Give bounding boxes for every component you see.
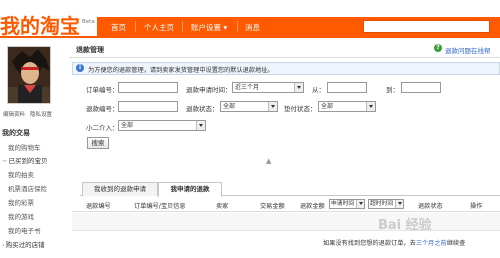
nav-divider [182, 21, 183, 32]
chevron-down-icon [356, 200, 364, 208]
order-no-label: 订单编号： [86, 86, 119, 94]
sidebar-item-bought[interactable]: −已买到的宝贝 [2, 155, 47, 165]
privacy-settings-link[interactable]: 隐私设置 [30, 110, 52, 118]
nav-messages[interactable]: 消息 [245, 22, 260, 33]
to-label: 到： [386, 86, 399, 94]
refund-status-label: 退款状态： [186, 105, 219, 113]
logo[interactable]: 我的淘宝 [0, 10, 80, 39]
sidebar-item-shops[interactable]: ›购买过的店铺 [2, 239, 45, 249]
search-button[interactable]: 搜索 [87, 137, 109, 149]
apply-time-sort-select[interactable]: 申请时间 [329, 199, 365, 209]
collapse-toggle-icon[interactable]: ▲ [266, 157, 271, 165]
help-link[interactable]: 退款问题在线帮 [445, 45, 491, 55]
apply-time-label: 退款申请时间： [186, 86, 232, 94]
header-search-input[interactable] [363, 20, 490, 33]
col-refund-no: 退款编号 [86, 203, 111, 210]
expand-icon: › [2, 241, 5, 249]
refund-status-select[interactable]: 全部 [220, 101, 278, 112]
dispute-status-select[interactable]: 全部 [318, 101, 376, 112]
apply-time-select[interactable]: 近三个月 [232, 82, 304, 93]
refund-status-value: 全部 [223, 103, 236, 110]
edit-profile-link[interactable]: 编辑资料 [3, 110, 25, 118]
nav-home[interactable]: 首页 [111, 22, 126, 33]
nav-divider [237, 21, 238, 32]
avatar-image [8, 47, 50, 103]
chevron-down-icon [294, 83, 303, 92]
sidebar-item-label: 我的电子书 [8, 227, 41, 235]
sidebar-item-games[interactable]: 我的游戏 [8, 211, 34, 221]
empty-message: 如果没有找到您想的退款订单，去三个月之前继续查 [323, 238, 465, 247]
col-order-item: 订单编号/宝贝信息 [134, 203, 186, 210]
sidebar-item-label: 我的游戏 [8, 213, 34, 221]
sidebar-item-ebooks[interactable]: 我的电子书 [8, 225, 41, 235]
to-date-input[interactable] [401, 82, 441, 93]
beta-badge: Beta [82, 19, 95, 25]
sidebar-item-label: 我的购物车 [8, 144, 41, 152]
dispute-status-value: 全部 [321, 103, 334, 110]
empty-message-prefix: 如果没有找到您想的退款订单，去 [323, 240, 416, 247]
header-underline [0, 36, 500, 38]
apply-time-value: 近三个月 [235, 84, 260, 91]
sidebar-item-lottery[interactable]: 我的彩票 [8, 197, 34, 207]
from-label: 从： [312, 86, 325, 94]
sidebar-item-label: 已买到的宝贝 [8, 157, 48, 165]
help-icon: ? [434, 44, 442, 52]
order-no-input[interactable] [118, 82, 178, 93]
watermark: Bai 经验 [378, 218, 432, 233]
sidebar-item-cart[interactable]: 我的购物车 [8, 142, 41, 152]
chevron-down-icon [196, 121, 205, 130]
refund-no-label: 退款编号： [86, 105, 119, 113]
collapse-icon: − [2, 157, 8, 165]
chevron-down-icon [366, 102, 375, 111]
col-refund-status: 退款状态 [418, 203, 443, 210]
notice-text: 为方便您的退款管理，请到卖家发货管理中设置您的默认退款地址。 [88, 67, 274, 74]
col-timeout: 超时时间 [370, 201, 394, 207]
sidebar-item-travel[interactable]: 机票酒店保险 [8, 183, 47, 193]
older-orders-link[interactable]: 三个月之前 [416, 240, 447, 247]
dispute-status-label: 垫付状态： [284, 105, 317, 113]
col-actions: 操作 [470, 203, 483, 210]
timeout-sort-select[interactable]: 超时时间 [368, 199, 404, 209]
xiaoer-label: 小二介入： [86, 124, 119, 132]
nav-personal-home[interactable]: 个人主页 [144, 22, 174, 33]
from-date-input[interactable] [327, 82, 367, 93]
tab-received-refunds[interactable]: 我收到的退款申请 [82, 182, 158, 196]
nav-account-settings[interactable]: 账户设置 ▾ [191, 22, 227, 33]
top-nav: 首页 个人主页 账户设置 ▾ 消息 [97, 17, 500, 36]
col-seller: 卖家 [216, 203, 229, 210]
sidebar-section-title: 我的交易 [2, 129, 30, 137]
col-refund-amount: 退款金额 [300, 203, 325, 210]
chevron-down-icon [395, 200, 403, 208]
refund-no-input[interactable] [118, 101, 178, 112]
info-icon: i [76, 64, 84, 72]
table-empty-row [72, 213, 500, 231]
page-title: 退款管理 [76, 46, 104, 54]
sidebar-item-label: 我的拍卖 [8, 171, 34, 179]
sidebar-item-auction[interactable]: 我的拍卖 [8, 169, 34, 179]
empty-message-suffix: 继续查 [446, 240, 466, 247]
tab-my-refunds[interactable]: 我申请的退款 [158, 182, 222, 197]
chevron-down-icon [268, 102, 277, 111]
sidebar-item-label: 机票酒店保险 [8, 185, 47, 193]
avatar[interactable] [7, 46, 51, 104]
nav-divider [135, 21, 136, 32]
sidebar-item-label: 购买过的店铺 [5, 241, 45, 249]
col-trade-amount: 交易金额 [260, 203, 285, 210]
sidebar-item-label: 我的彩票 [8, 199, 34, 207]
xiaoer-select[interactable]: 全部 [118, 120, 206, 131]
xiaoer-value: 全部 [121, 122, 134, 129]
apply-time-sort-label: 申请时间 [331, 201, 355, 207]
